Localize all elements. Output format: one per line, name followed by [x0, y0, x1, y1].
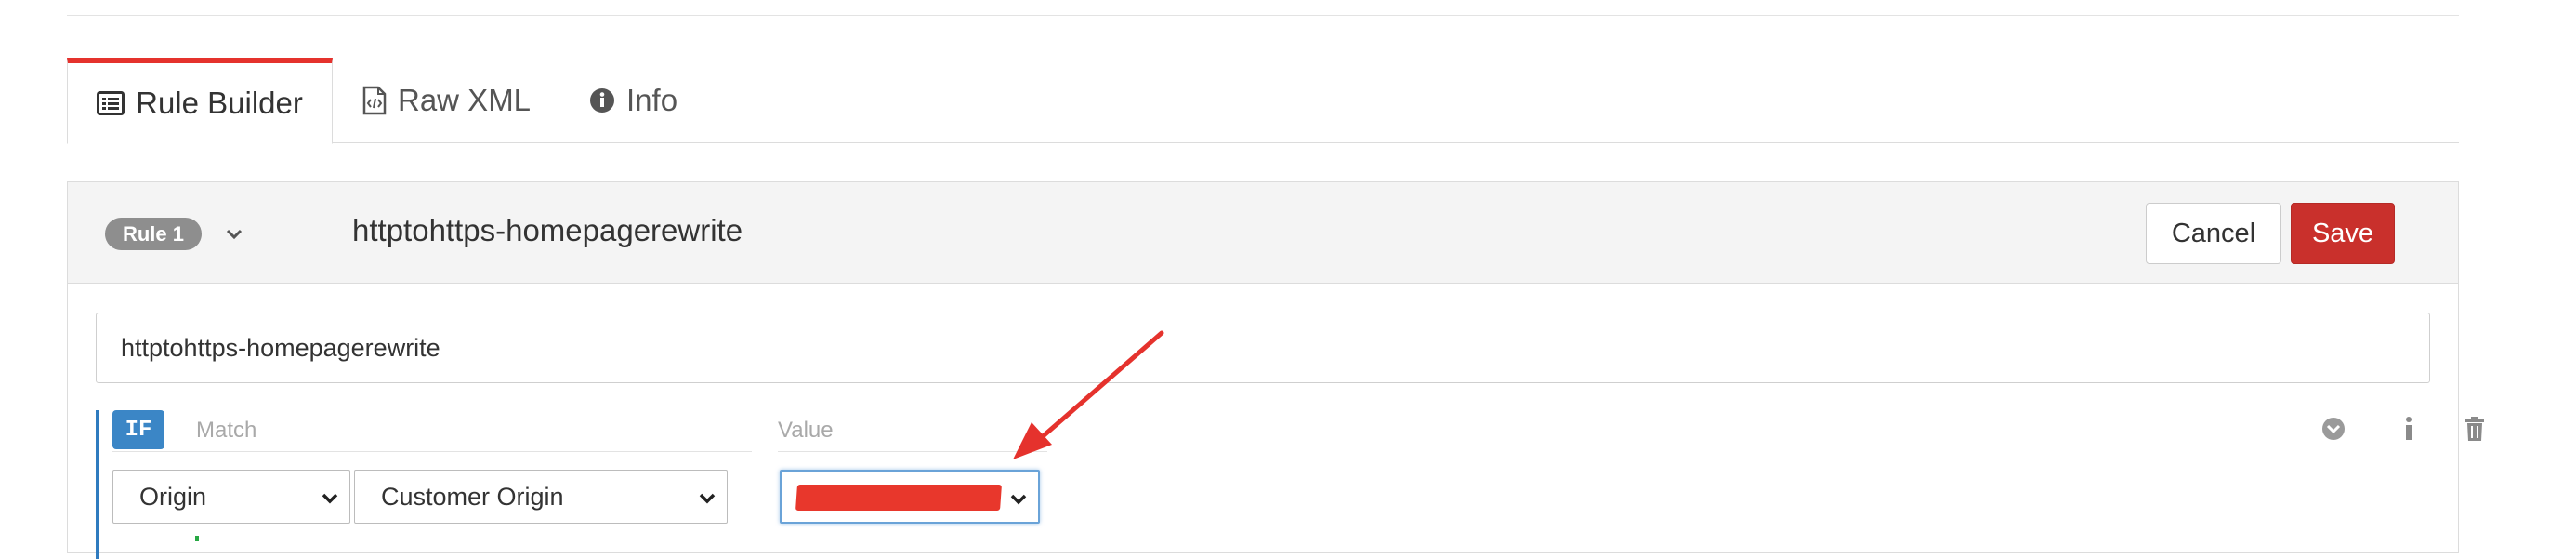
chevron-down-icon [699, 493, 716, 504]
rule-panel: Rule 1 httptohttps-homepagerewrite Cance… [67, 181, 2484, 559]
match-value-text: Customer Origin [381, 482, 564, 511]
trash-icon[interactable] [2464, 416, 2486, 442]
top-divider [67, 15, 2459, 16]
tab-raw-xml-label: Raw XML [398, 83, 532, 117]
if-badge: IF [112, 410, 164, 449]
tab-info-label: Info [626, 83, 678, 117]
tab-info[interactable]: Info [589, 58, 677, 143]
list-icon [97, 91, 125, 115]
rule-name-input[interactable] [96, 313, 2430, 383]
info-icon[interactable] [2402, 416, 2415, 442]
value-select[interactable] [780, 470, 1040, 524]
match-type-value: Origin [139, 482, 207, 511]
info-circle-icon [590, 88, 614, 113]
chevron-down-icon[interactable] [224, 223, 244, 244]
value-underline [778, 451, 1047, 452]
match-underline [112, 451, 752, 452]
tab-rule-builder-label: Rule Builder [136, 86, 303, 120]
match-label: Match [196, 418, 257, 443]
chevron-down-icon [1010, 494, 1027, 505]
match-type-select[interactable]: Origin [112, 470, 350, 524]
collapse-icon[interactable] [2320, 416, 2346, 442]
code-file-icon [362, 86, 387, 115]
rule-header: Rule 1 httptohttps-homepagerewrite Cance… [68, 182, 2458, 284]
tab-raw-xml[interactable]: Raw XML [362, 58, 531, 143]
tab-bar: Rule Builder Raw XML Info [67, 58, 2459, 144]
match-value-select[interactable]: Customer Origin [354, 470, 728, 524]
connector-line [195, 536, 199, 541]
tab-rule-builder[interactable]: Rule Builder [67, 58, 333, 144]
value-label: Value [778, 418, 834, 443]
redaction-mark [795, 485, 1002, 511]
save-button[interactable]: Save [2291, 203, 2395, 264]
cancel-button[interactable]: Cancel [2146, 203, 2281, 264]
condition-block: IF Match Value Origin Customer Origin [96, 410, 2484, 559]
chevron-down-icon [322, 493, 338, 504]
rule-badge: Rule 1 [105, 218, 202, 250]
rule-title: httptohttps-homepagerewrite [352, 213, 743, 247]
